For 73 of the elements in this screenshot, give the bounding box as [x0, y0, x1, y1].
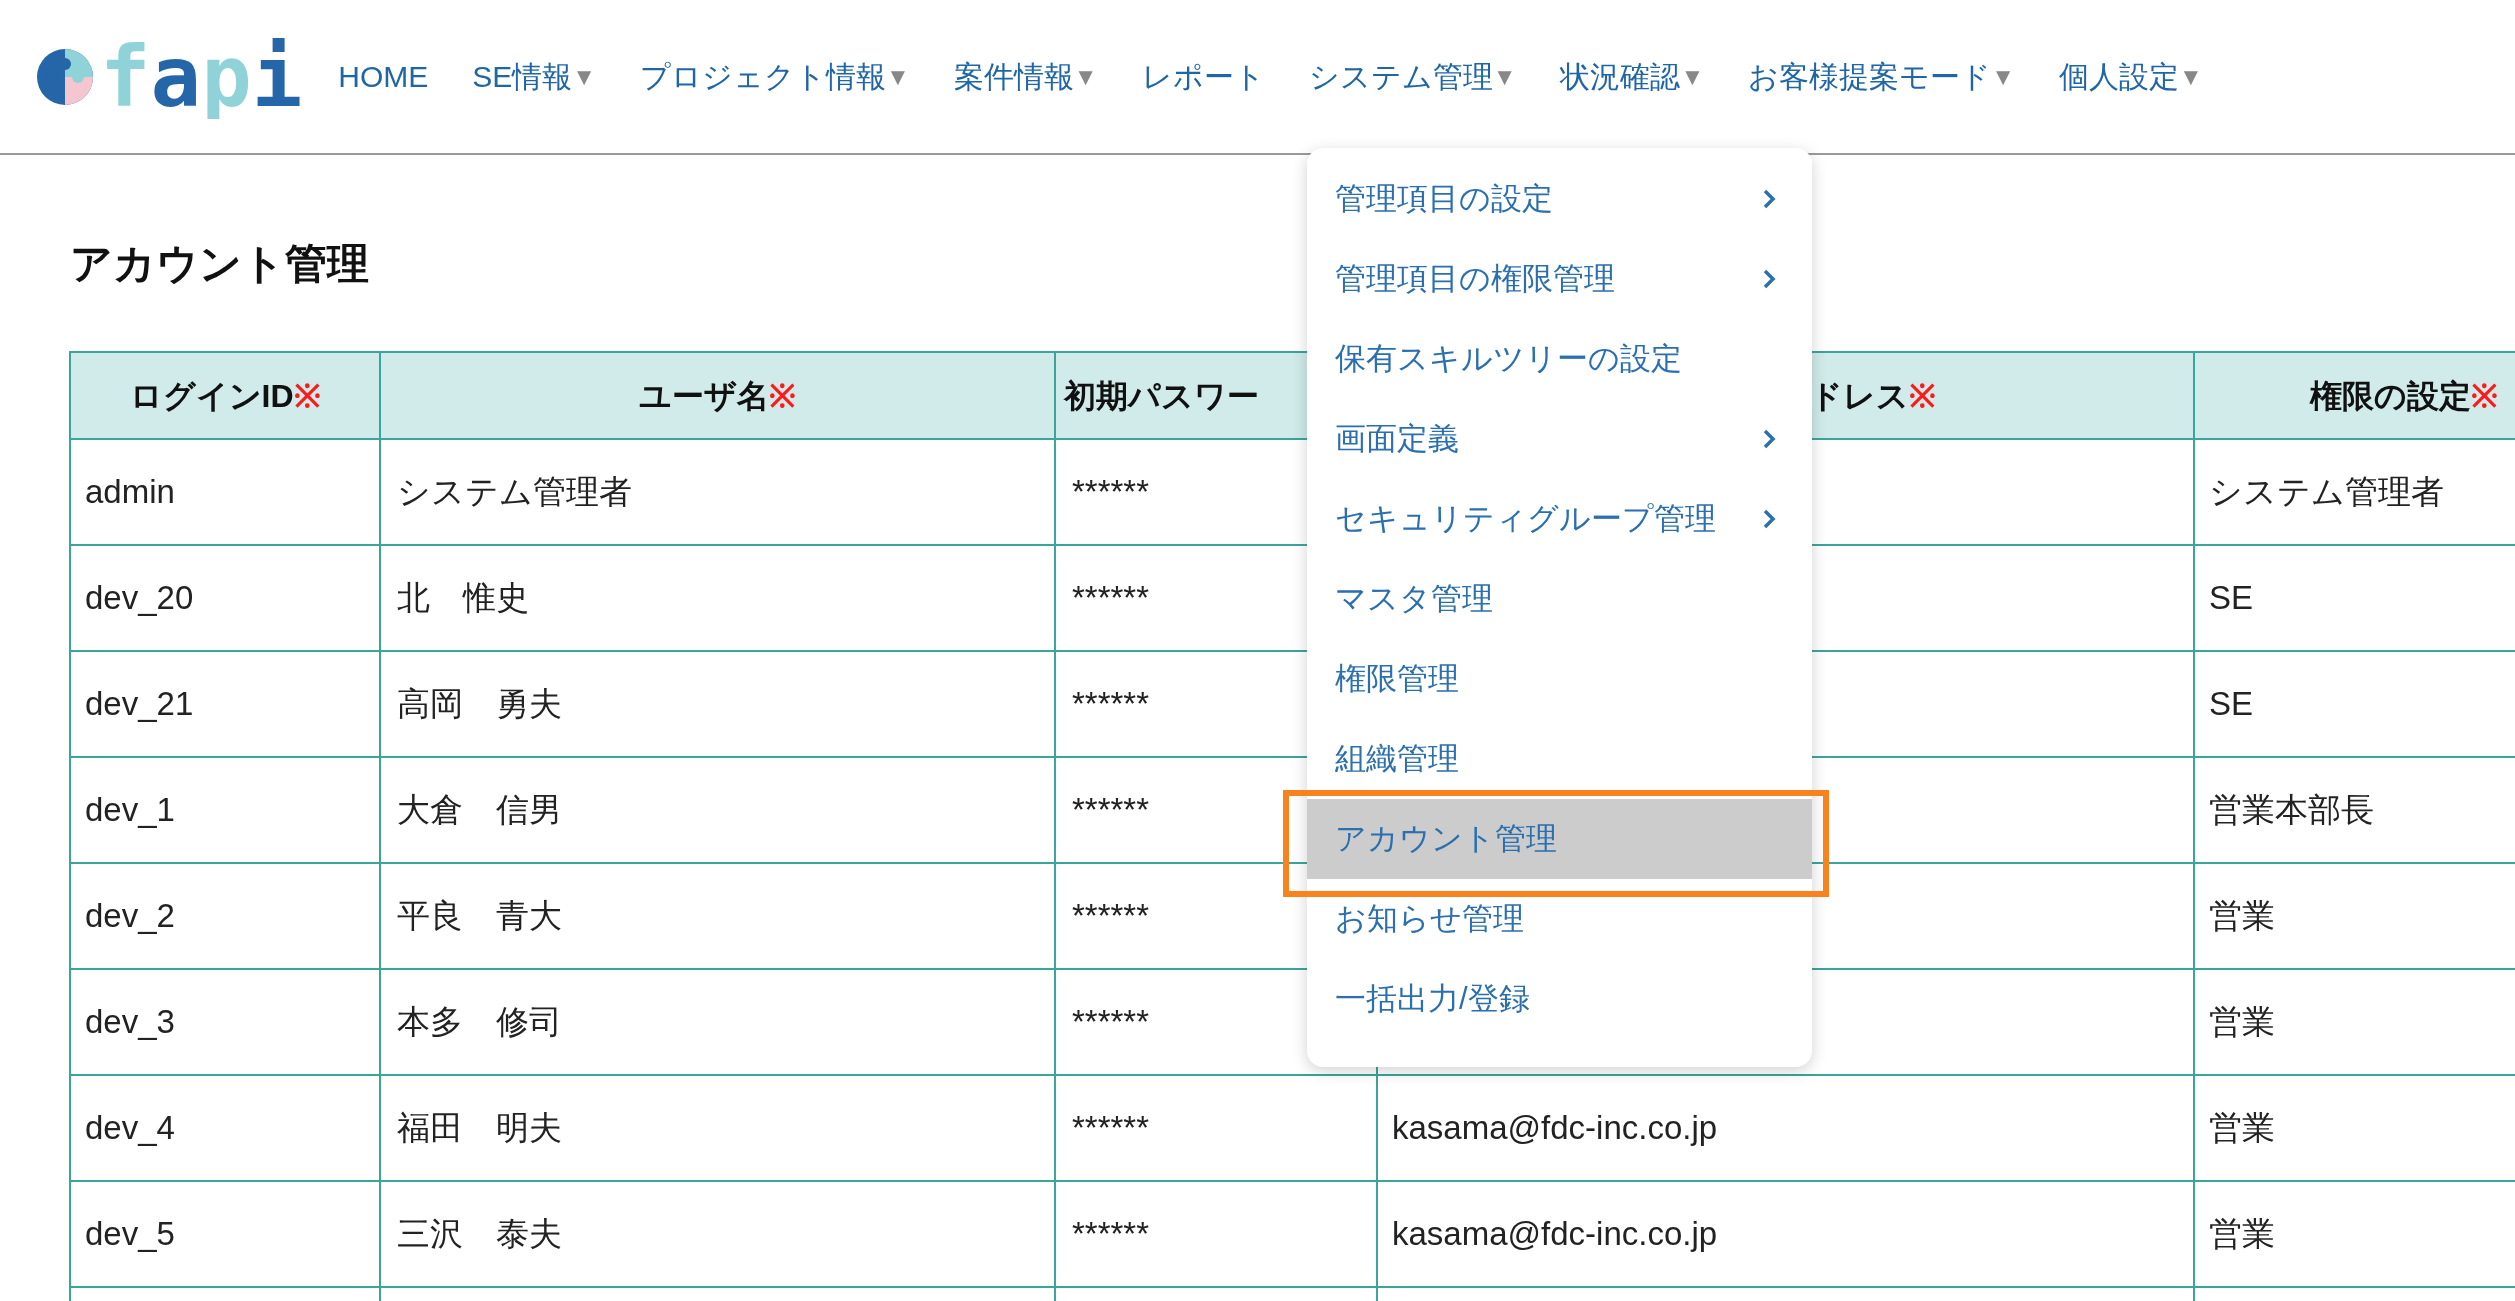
header-label: ドレス: [1810, 376, 1909, 416]
table-cell: 営業: [2195, 1182, 2515, 1288]
table-cell: 本多 修司: [381, 970, 1056, 1076]
nav-link[interactable]: お客様提案モード▼: [1748, 54, 2015, 99]
table-cell: 三沢 泰夫: [381, 1182, 1056, 1288]
menu-item[interactable]: 管理項目の権限管理: [1307, 239, 1812, 319]
table-cell: 営業: [2195, 1076, 2515, 1182]
menu-item[interactable]: 組織管理: [1307, 719, 1812, 799]
table-cell: dev_2: [71, 864, 381, 970]
table-cell: 営業: [2195, 864, 2515, 970]
table-cell: 大倉 信男: [381, 758, 1056, 864]
table-cell: SE: [2195, 652, 2515, 758]
table-cell: 北 惟史: [381, 546, 1056, 652]
page-title: アカウント管理: [70, 243, 369, 285]
table-cell: kasama@fdc-inc.co.jp: [1378, 1076, 2195, 1182]
menu-item[interactable]: セキュリティグループ管理: [1307, 479, 1812, 559]
nav-label: システム管理: [1308, 59, 1493, 95]
nav-link[interactable]: 案件情報▼: [953, 54, 1098, 99]
table-cell: SE: [2195, 546, 2515, 652]
nav-link[interactable]: HOME: [338, 54, 429, 99]
puzzle-logo-icon: [36, 47, 94, 106]
table-cell: 福田 明夫: [381, 1076, 1056, 1182]
caret-icon: ▼: [2178, 58, 2203, 95]
table-cell: ******: [1056, 1182, 1378, 1288]
menu-item[interactable]: 権限管理: [1307, 639, 1812, 719]
menu-item[interactable]: 画面定義: [1307, 399, 1812, 479]
nav-label: SE情報: [472, 59, 573, 95]
nav-label: 個人設定: [2058, 59, 2179, 95]
header-label: 権限の設定: [2310, 376, 2471, 416]
table-cell: dev_4: [71, 1076, 381, 1182]
nav-link[interactable]: レポート: [1141, 54, 1265, 99]
nav-label: 状況確認: [1560, 59, 1681, 95]
caret-icon: ▼: [1492, 58, 1517, 95]
table-cell: dev_21: [71, 652, 381, 758]
caret-icon: ▼: [1073, 58, 1098, 95]
table-cell: kasama@fdc-inc.co.jp: [1378, 1182, 2195, 1288]
menu-item[interactable]: お知らせ管理: [1307, 879, 1812, 959]
table-cell: admin: [71, 440, 381, 546]
table-cell: ******: [1056, 1076, 1378, 1182]
nav-link[interactable]: システム管理▼: [1308, 54, 1517, 99]
caret-icon: ▼: [886, 58, 910, 95]
menu-item[interactable]: 保有スキルツリーの設定: [1307, 319, 1812, 399]
table-cell: システム管理者: [2195, 440, 2515, 546]
required-mark: ※: [1909, 376, 1936, 416]
table-cell: 平良 青大: [381, 864, 1056, 970]
nav-link[interactable]: 個人設定▼: [2058, 54, 2203, 99]
required-mark: ※: [769, 376, 796, 416]
table-cell: dev_1: [71, 758, 381, 864]
nav-link[interactable]: 状況確認▼: [1560, 54, 1705, 99]
nav-link[interactable]: プロジェクト情報▼: [640, 54, 910, 99]
required-mark: ※: [2471, 376, 2498, 416]
menu-item[interactable]: 一括出力/登録: [1307, 959, 1812, 1039]
menu-item[interactable]: マスタ管理: [1307, 559, 1812, 639]
caret-icon: ▼: [1991, 58, 2015, 95]
table-cell: 営業本部長: [2195, 758, 2515, 864]
table-cell: 高岡 勇夫: [381, 652, 1056, 758]
header-label: 初期パスワー: [1064, 376, 1259, 416]
nav-label: お客様提案モード: [1748, 59, 1992, 95]
nav-label: プロジェクト情報: [640, 59, 887, 95]
menu-item[interactable]: 管理項目の設定: [1307, 159, 1812, 239]
caret-icon: ▼: [572, 58, 597, 95]
header-label: ログインID: [129, 376, 294, 416]
menu-item[interactable]: アカウント管理: [1307, 799, 1812, 879]
table-cell: dev_3: [71, 970, 381, 1076]
table-cell: 営業: [2195, 970, 2515, 1076]
table-cell: システム管理者: [381, 440, 1056, 546]
nav-label: 案件情報: [953, 59, 1074, 95]
table-cell: dev_5: [71, 1182, 381, 1288]
nav-link[interactable]: SE情報▼: [472, 54, 597, 99]
required-mark: ※: [293, 376, 321, 416]
caret-icon: ▼: [1680, 58, 1705, 95]
header-label: ユーザ名: [639, 376, 769, 416]
table-cell: dev_20: [71, 546, 381, 652]
